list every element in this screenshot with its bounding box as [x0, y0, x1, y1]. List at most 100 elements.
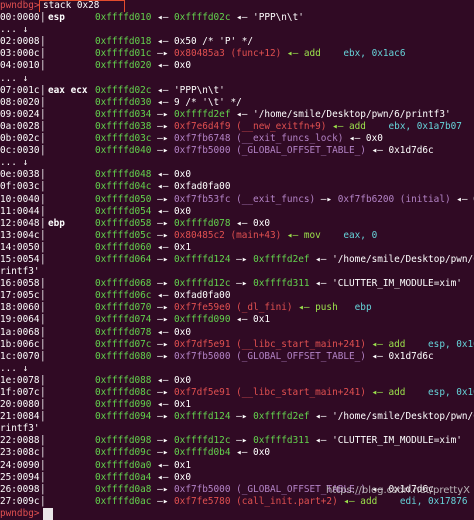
stack-offset: 22:0088 [0, 435, 40, 447]
value-segment: ◂— add [326, 120, 389, 132]
stack-offset: 16:0058 [0, 278, 40, 290]
stack-row: 08:0020 │ 0xffffd030 ◂— 9 /* '\t' */ [0, 97, 474, 109]
prompt: pwndbg> [0, 507, 40, 519]
stack-offset: 26:0098 [0, 483, 40, 495]
stack-offset: 1c:0070 [0, 350, 40, 362]
stack-offset: 11:0044 [0, 205, 40, 217]
value-segment: ◂— add [365, 387, 429, 398]
stack-value: 0xffffd02c ◂— 'PPP\n\t' [95, 85, 225, 97]
stack-offset: 18:0060 [0, 302, 40, 314]
value-segment: 0xffffd068 [95, 278, 152, 290]
offset-separator: │ [40, 193, 46, 205]
value-segment: ◂— 0x50 /* 'P' */ [151, 36, 254, 48]
stack-offset: 20:0080 [0, 399, 40, 411]
value-segment: 0xffffd030 [95, 96, 152, 108]
stack-value: 0xffffd074 —▸ 0xffffd090 ◂— 0x1 [95, 314, 270, 326]
register-label: eax ecx [48, 84, 88, 96]
value-segment: 0xffffd311 [253, 435, 310, 447]
stack-row: 00:0000 │ esp 0xffffd010 ◂— 0xffffd02c ◂— '… [0, 12, 474, 24]
stack-value: 0xffffd03c —▸ 0xf7fb6748 (__exit_funcs_l… [95, 133, 383, 145]
stack-offset: 02:0008 [0, 36, 40, 48]
value-segment: 0xffffd010 [95, 12, 152, 24]
value-segment: 0xffffd050 [95, 193, 152, 205]
stack-row: 13:004c │ 0xffffd05c —▸ 0x80485c2 (main+43… [0, 230, 474, 242]
offset-separator: │ [40, 278, 46, 290]
stack-output: 00:0000 │ esp 0xffffd010 ◂— 0xffffd02c ◂— '… [0, 12, 474, 508]
offset-separator: │ [40, 314, 46, 326]
value-segment: 0xffffd078 [95, 326, 152, 338]
value-segment: 0xffffd12c [174, 278, 231, 290]
stack-value: 0xffffd05c —▸ 0x80485c2 (main+43) ◂— mov… [95, 230, 377, 242]
value-segment: edi, 0x17876 [399, 495, 468, 507]
value-segment: 0xffffd0ac [95, 495, 152, 507]
value-segment: ◂— 0x0 [151, 205, 191, 217]
value-segment: —▸ [151, 435, 175, 447]
stack-offset: 1e:0078 [0, 374, 40, 386]
value-segment: ◂— mov [281, 229, 344, 241]
wrapped-continuation: rintf3' [0, 423, 474, 435]
command-line: pwndbg> stack 0x28 [0, 0, 474, 13]
value-segment: 0xffffd090 [174, 314, 231, 326]
stack-offset: 08:0020 [0, 96, 40, 108]
stack-offset: 1f:007c [0, 387, 40, 398]
register-label: ebp [48, 217, 65, 229]
stack-offset: 03:000c [0, 48, 40, 60]
final-prompt-line[interactable]: pwndbg> [0, 507, 474, 520]
stack-value: 0xffffd08c —▸ 0xf7df5e91 (__libc_start_m… [95, 387, 474, 399]
value-segment: ◂— 0xfad0fa00 [151, 181, 231, 193]
text-cursor [43, 507, 53, 520]
stack-offset: 00:0000 [0, 12, 40, 24]
stack-value: 0xffffd010 ◂— 0xffffd02c ◂— 'PPP\n\t' [95, 12, 304, 24]
value-segment: 0x80485c2 (main+43) [174, 229, 282, 241]
value-segment: ◂— 0x1 [151, 241, 191, 253]
value-segment: 0xffffd03c [95, 133, 152, 145]
stack-offset: 21:0084 [0, 411, 40, 423]
offset-separator: │ [40, 350, 46, 362]
value-segment: ◂— 'PPP\n\t' [230, 12, 304, 24]
value-segment: 0xf7e6d4f9 (__new_exitfn+9) [174, 120, 327, 132]
value-segment: 0xffffd064 [95, 253, 152, 265]
stack-row: 1a:0068 │ 0xffffd078 ◂— 0x0 [0, 327, 474, 339]
stack-value: 0xffffd07c —▸ 0xf7df5e91 (__libc_start_m… [95, 339, 474, 351]
offset-separator: │ [40, 133, 46, 145]
value-segment: 0xf7fb6200 (initial) [337, 193, 451, 205]
value-segment: ◂— add [281, 48, 344, 60]
value-segment: ◂— [151, 12, 175, 24]
terminal-window[interactable]: pwndbg> stack 0x28 00:0000 │ esp 0xffffd010… [0, 0, 474, 520]
value-segment: —▸ [151, 253, 175, 265]
value-segment: —▸ [151, 387, 175, 398]
value-segment: 0xffffd07c [95, 338, 152, 350]
value-segment: ◂— add [337, 495, 400, 507]
value-segment: —▸ [151, 447, 175, 459]
stack-row: 23:008c │ 0xffffd09c —▸ 0xffffd0b4 ◂— 0x0 [0, 447, 474, 459]
value-segment: —▸ [230, 253, 254, 265]
value-segment: ◂— 0x1d7d6c [365, 350, 434, 362]
offset-separator: │ [40, 411, 46, 423]
stack-offset: 23:008c [0, 447, 40, 459]
value-segment: 0xffffd058 [95, 217, 152, 229]
stack-value: 0xffffd0a0 ◂— 0x1 [95, 460, 191, 472]
value-segment: 0xffffd078 [174, 217, 231, 229]
stack-offset: 10:0040 [0, 193, 40, 205]
value-segment: —▸ [151, 48, 175, 60]
value-segment: —▸ [151, 133, 175, 145]
stack-row: 11:0044 │ 0xffffd054 ◂— 0x0 [0, 206, 474, 218]
value-segment: 0xffffd048 [95, 169, 152, 181]
stack-row: 14:0050 │ 0xffffd060 ◂— 0x1 [0, 242, 474, 254]
stack-value: 0xffffd020 ◂— 0x0 [95, 60, 191, 72]
value-segment: —▸ [151, 217, 175, 229]
stack-value: 0xffffd04c ◂— 0xfad0fa00 [95, 181, 230, 193]
value-segment: ◂— 0x0 [151, 326, 191, 338]
value-segment: 0xf7fb53fc (__exit_funcs) [174, 193, 316, 205]
value-segment: ◂— add [365, 338, 429, 350]
value-segment: —▸ [151, 145, 175, 157]
offset-separator: │ [40, 326, 46, 338]
value-segment: 0xffffd06c [95, 290, 152, 302]
value-segment: 0xffffd311 [253, 278, 310, 290]
value-segment: ◂— 'CLUTTER_IM_MODULE=xim' [309, 278, 462, 290]
value-segment: 0xffffd124 [174, 253, 231, 265]
value-segment: esp, 0x10 [428, 387, 474, 398]
stack-offset: 15:0054 [0, 253, 40, 265]
stack-offset: 1b:006c [0, 338, 40, 350]
stack-row: 10:0040 │ 0xffffd050 —▸ 0xf7fb53fc (__exit… [0, 194, 474, 206]
